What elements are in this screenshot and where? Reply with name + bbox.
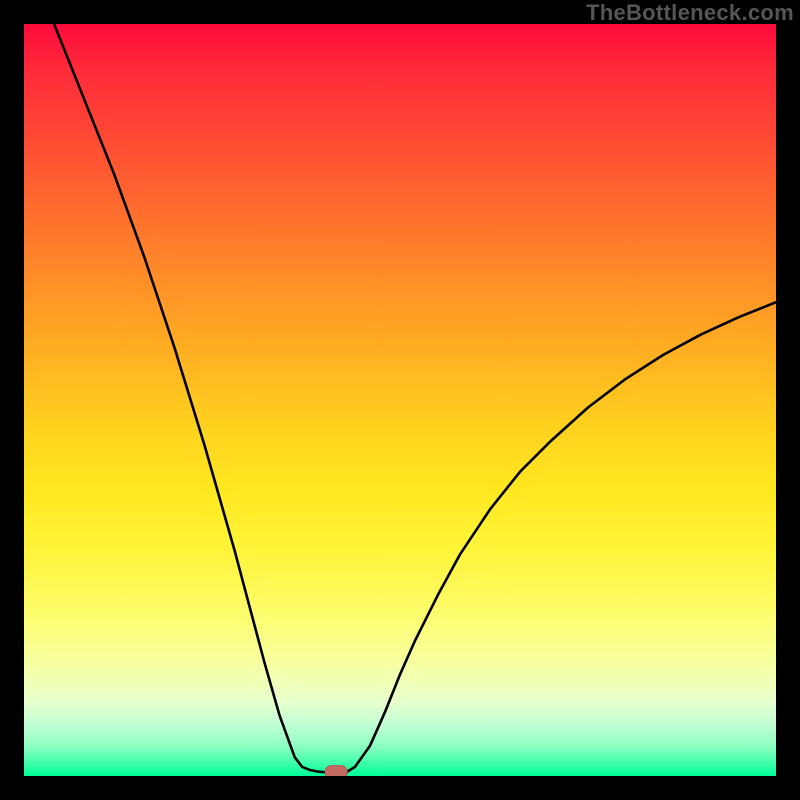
watermark-text: TheBottleneck.com xyxy=(586,0,794,26)
plot-area xyxy=(24,24,776,776)
chart-frame: TheBottleneck.com xyxy=(0,0,800,800)
marker-pill-icon xyxy=(325,766,347,776)
optimal-marker xyxy=(24,24,776,776)
